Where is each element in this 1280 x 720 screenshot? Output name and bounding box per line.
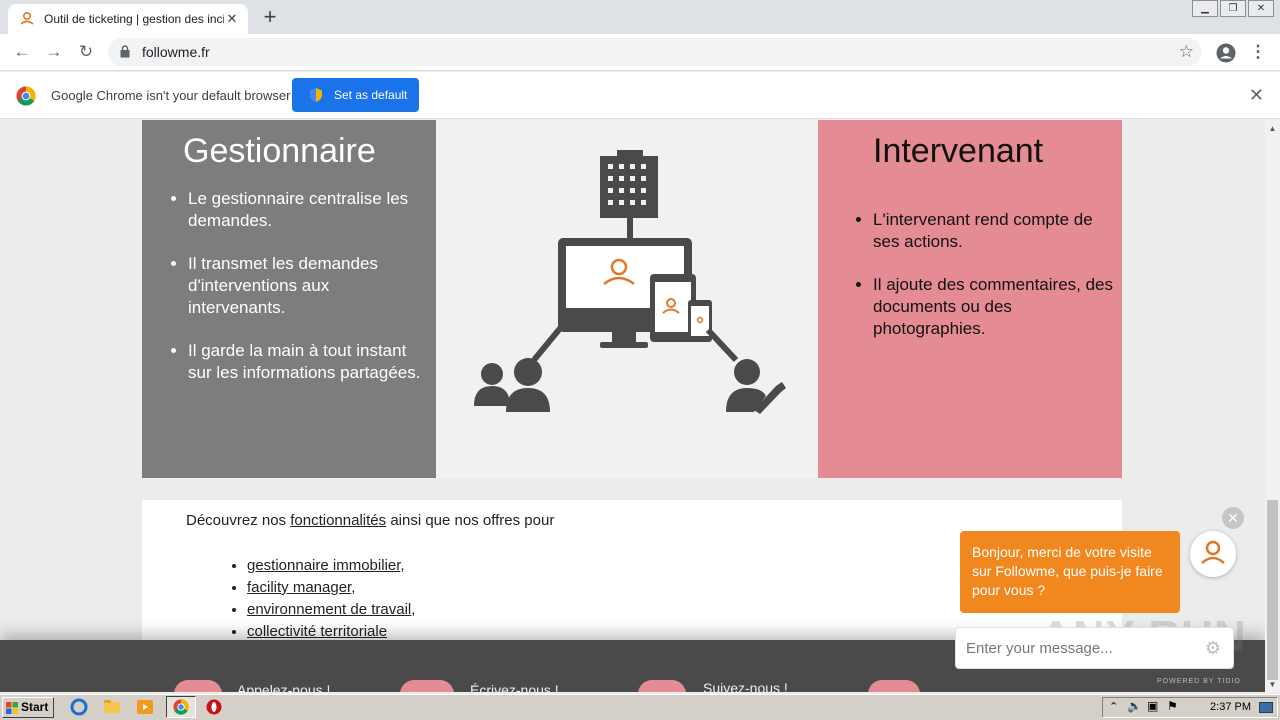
offer-link-collectivite[interactable]: collectivité territoriale [247, 623, 387, 640]
profile-icon[interactable] [1216, 43, 1236, 63]
technician-icon [726, 359, 786, 414]
list-item: gestionnaire immobilier, [247, 555, 415, 577]
start-label: Start [21, 700, 49, 714]
infobar-message: Google Chrome isn't your default browser [51, 88, 291, 103]
footer-call-label[interactable]: Appelez-nous ! [237, 682, 330, 692]
users-icon [474, 358, 550, 412]
intervenant-panel: Intervenant L'intervenant rend compte de… [818, 120, 1122, 478]
followme-favicon-icon [18, 10, 36, 28]
offer-link-gestionnaire[interactable]: gestionnaire immobilier [247, 557, 400, 574]
gestionnaire-list: Le gestionnaire centralise les demandes.… [188, 188, 428, 405]
social-badge-icon [638, 680, 686, 692]
list-item: Le gestionnaire centralise les demandes. [188, 188, 428, 232]
discover-sentence: Découvrez nos fonctionnalités ainsi que … [186, 512, 554, 529]
chrome-logo-icon [16, 86, 36, 106]
ie-icon[interactable] [70, 698, 90, 718]
chat-message-bubble: Bonjour, merci de votre visite sur Follo… [960, 531, 1180, 613]
restore-button[interactable]: ❐ [1220, 0, 1246, 17]
list-item: Il transmet les demandes d'interventions… [188, 253, 428, 319]
tab-close-icon[interactable]: ✕ [224, 11, 240, 27]
shield-icon [310, 88, 322, 102]
list-item: L'intervenant rend compte de ses actions… [873, 209, 1113, 253]
platform-illustration [474, 150, 786, 414]
tab-title: Outil de ticketing | gestion des incide [44, 12, 224, 26]
tab-strip: Outil de ticketing | gestion des incide … [0, 0, 1280, 34]
back-arrow-icon[interactable]: ← [12, 42, 32, 62]
chat-message-input[interactable]: Enter your message... ⚙ [955, 627, 1234, 669]
tab-followme[interactable]: Outil de ticketing | gestion des incide … [8, 4, 248, 34]
phone-badge-icon [174, 680, 222, 692]
set-as-default-label: Set as default [334, 88, 408, 102]
gear-icon[interactable]: ⚙ [1205, 638, 1221, 659]
document-badge-icon [868, 680, 920, 692]
navigation-bar: ← → ↻ followme.fr ☆ ⋮ [0, 34, 1280, 71]
action-center-flag-icon[interactable]: ⚑ [1167, 699, 1178, 713]
browser-window: Outil de ticketing | gestion des incide … [0, 0, 1280, 720]
mail-badge-icon [400, 680, 454, 692]
url-text: followme.fr [142, 44, 210, 60]
page-scrollbar[interactable]: ▲ ▼ [1265, 120, 1280, 692]
intervenant-title: Intervenant [873, 132, 1044, 170]
start-button[interactable]: Start [2, 697, 54, 718]
show-desktop-icon[interactable] [1259, 702, 1273, 713]
set-as-default-button[interactable]: Set as default [292, 78, 419, 112]
phone-icon [688, 300, 712, 342]
footer-write-label[interactable]: Écrivez-nous ! [470, 682, 559, 692]
windows-taskbar: Start ⌃ 🔈 ▣ ⚑ 2:37 PM [0, 694, 1280, 720]
chat-input-placeholder: Enter your message... [966, 640, 1113, 657]
bookmark-star-icon[interactable]: ☆ [1179, 42, 1194, 62]
discover-suffix: ainsi que nos offres pour [390, 512, 555, 529]
list-item: Il ajoute des commentaires, des document… [873, 274, 1113, 340]
chrome-taskbar-button[interactable] [166, 696, 196, 718]
illustration-panel [436, 120, 818, 478]
offer-link-environnement[interactable]: environnement de travail [247, 601, 411, 618]
chat-avatar-icon[interactable] [1190, 531, 1236, 577]
powered-by-label: POWERED BY TIDIO [1157, 678, 1241, 685]
folder-icon[interactable] [103, 698, 123, 718]
tray-expand-icon[interactable]: ⌃ [1109, 700, 1118, 713]
minimize-button[interactable]: ▁ [1192, 0, 1218, 17]
chat-close-button[interactable]: ✕ [1222, 507, 1244, 529]
new-tab-button[interactable]: + [258, 6, 282, 30]
fonctionnalites-link[interactable]: fonctionnalités [290, 512, 386, 529]
footer-follow-label[interactable]: Suivez-nous ! [703, 680, 788, 692]
scrollbar-thumb[interactable] [1267, 500, 1278, 680]
gestionnaire-panel: Gestionnaire Le gestionnaire centralise … [142, 120, 436, 478]
network-icon[interactable]: ▣ [1147, 699, 1158, 713]
building-icon [600, 150, 658, 218]
default-browser-infobar: Google Chrome isn't your default browser… [0, 72, 1280, 119]
opera-icon[interactable] [205, 698, 225, 718]
discover-prefix: Découvrez nos [186, 512, 287, 529]
list-item: Il garde la main à tout instant sur les … [188, 340, 428, 384]
offers-list: gestionnaire immobilier, facility manage… [247, 555, 415, 643]
offer-link-facility[interactable]: facility manager [247, 579, 351, 596]
menu-dots-icon[interactable]: ⋮ [1248, 42, 1268, 62]
list-item: environnement de travail, [247, 599, 415, 621]
lock-icon [120, 45, 130, 58]
scroll-up-arrow-icon[interactable]: ▲ [1265, 122, 1280, 136]
system-tray: ⌃ 🔈 ▣ ⚑ 2:37 PM [1102, 697, 1278, 718]
forward-arrow-icon[interactable]: → [44, 42, 64, 62]
window-controls: ▁ ❐ ✕ [1190, 0, 1274, 17]
reload-icon[interactable]: ↻ [76, 42, 96, 62]
windows-flag-icon [6, 702, 18, 714]
scroll-down-arrow-icon[interactable]: ▼ [1265, 678, 1280, 692]
address-bar[interactable]: followme.fr ☆ [108, 38, 1202, 66]
intervenant-list: L'intervenant rend compte de ses actions… [873, 209, 1113, 361]
media-player-icon[interactable] [136, 698, 156, 718]
taskbar-clock: 2:37 PM [1210, 701, 1251, 713]
close-window-button[interactable]: ✕ [1248, 0, 1274, 17]
list-item: facility manager, [247, 577, 415, 599]
volume-icon[interactable]: 🔈 [1127, 699, 1142, 713]
infobar-close-icon[interactable]: ✕ [1249, 85, 1264, 106]
gestionnaire-title: Gestionnaire [183, 132, 376, 170]
